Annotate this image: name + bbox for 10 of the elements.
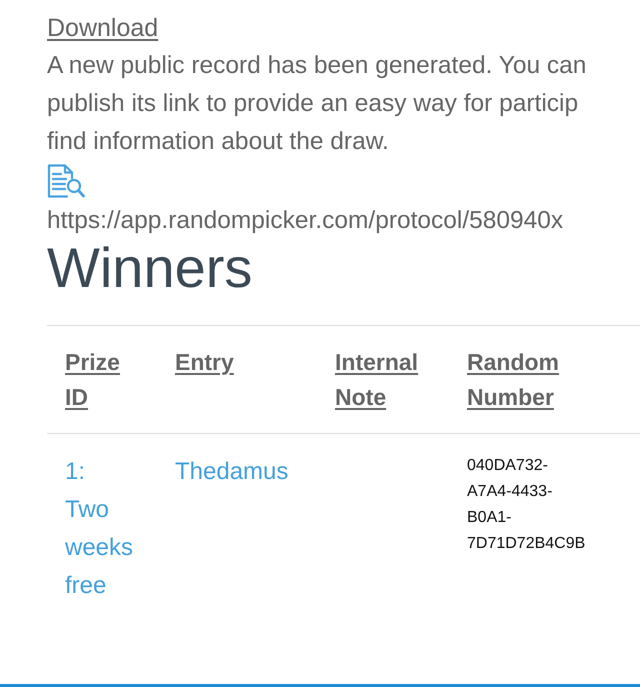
protocol-url: https://app.randompicker.com/protocol/580940x bbox=[47, 206, 564, 236]
document-search-icon[interactable] bbox=[47, 164, 85, 198]
download-link[interactable]: Download bbox=[47, 9, 158, 47]
column-header[interactable]: Prize ID bbox=[65, 345, 120, 415]
notice-text: A new public record has been generated. You can publish its link to provide an easy way for particip find information about the draw. bbox=[47, 51, 586, 157]
random-number-cell-text: 040DA732-A7A4-4433-B0A1-7D71D72B4C9B bbox=[467, 456, 586, 554]
column-header[interactable]: Entry bbox=[175, 345, 234, 415]
winners-heading: Winners bbox=[47, 238, 252, 298]
column-header[interactable]: Random Number bbox=[467, 345, 559, 415]
column-header[interactable]: Internal Note bbox=[335, 345, 418, 415]
